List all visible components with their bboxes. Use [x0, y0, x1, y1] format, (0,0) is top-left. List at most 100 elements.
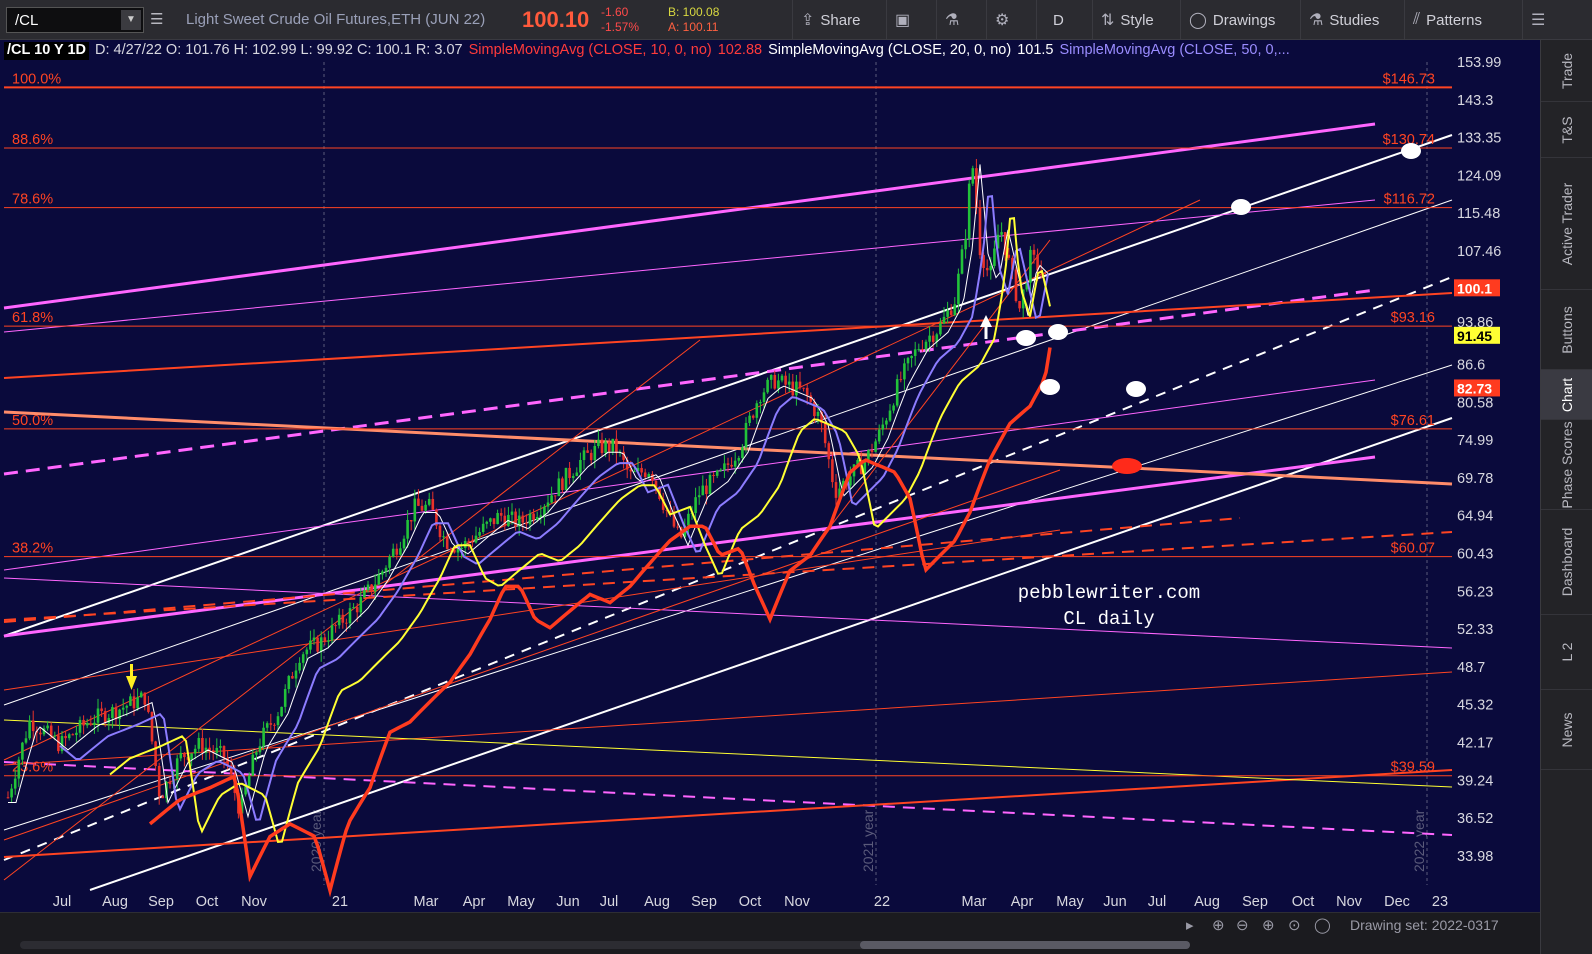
- candle-body: [334, 625, 337, 627]
- side-tab-phase-scores[interactable]: Phase Scores: [1541, 420, 1592, 510]
- candle-body: [265, 723, 269, 728]
- price-tick-label: 115.48: [1457, 206, 1500, 222]
- gear-button[interactable]: ⚙: [986, 0, 1017, 40]
- candle-body: [885, 420, 888, 425]
- candle-body: [438, 525, 442, 538]
- drawings-button[interactable]: ◯ Drawings: [1180, 0, 1283, 40]
- candle-body: [1018, 301, 1021, 309]
- candle-body: [67, 734, 71, 739]
- scrollbar-thumb[interactable]: [860, 941, 1190, 949]
- candle-body: [413, 498, 417, 522]
- pan-icon[interactable]: ⊕: [1212, 916, 1225, 934]
- candle-body: [575, 472, 579, 476]
- candle-body: [802, 387, 805, 389]
- candle-body: [71, 734, 75, 736]
- share-button[interactable]: ⇪ Share: [792, 0, 868, 40]
- price-chart-canvas[interactable]: 2020 year 2021 year 2022 year 100.0% $146.7…: [0, 40, 1540, 912]
- candle-body: [64, 735, 67, 739]
- price-tick-label: 39.24: [1457, 773, 1493, 789]
- candle-body: [251, 754, 255, 776]
- side-tab-t-s[interactable]: T&S: [1541, 102, 1592, 158]
- image-icon: ▣: [895, 12, 911, 29]
- horizontal-scrollbar[interactable]: [0, 936, 1592, 954]
- candle-body: [255, 752, 258, 755]
- studies-button[interactable]: ⚗ Studies: [1300, 0, 1387, 40]
- candle-body: [114, 707, 118, 720]
- side-tab-label: Phase Scores: [1559, 420, 1575, 509]
- price-tick-label: 143.3: [1457, 93, 1493, 109]
- candle-body: [780, 375, 784, 381]
- candle-body: [651, 473, 654, 481]
- candle-body: [10, 788, 13, 798]
- side-tab-dashboard[interactable]: Dashboard: [1541, 510, 1592, 615]
- candle-body: [121, 707, 125, 710]
- flask-button[interactable]: ⚗: [936, 0, 967, 40]
- zoom-in-icon[interactable]: ⊕: [1262, 916, 1275, 934]
- watermark-line-1: pebblewriter.com: [1018, 582, 1200, 604]
- side-tab-trade[interactable]: Trade: [1541, 40, 1592, 102]
- candle-body: [132, 696, 136, 709]
- white-target-marker: [1048, 324, 1068, 340]
- symbol-dropdown-icon[interactable]: ▼: [121, 10, 141, 30]
- candle-body: [409, 519, 413, 522]
- white-target-marker: [1401, 143, 1421, 159]
- time-tick-label: Nov: [241, 894, 268, 910]
- thinkorswim-chart-window: /CL ▼ ☰ Light Sweet Crude Oil Futures,ET…: [0, 0, 1592, 954]
- candle-body: [798, 381, 802, 388]
- candle-body: [298, 662, 301, 671]
- time-tick-label: Sep: [148, 894, 174, 910]
- ask-price: A: 100.11: [668, 20, 719, 34]
- side-tab-l-2[interactable]: L 2: [1541, 615, 1592, 690]
- symbol-input[interactable]: /CL ▼: [6, 7, 144, 33]
- menu-button[interactable]: ☰: [1522, 0, 1553, 40]
- candle-body: [391, 548, 395, 557]
- candle-body: [719, 469, 723, 471]
- candle-body: [75, 732, 78, 736]
- candle-body: [402, 538, 406, 549]
- candle-body: [319, 637, 323, 652]
- price-chart-area[interactable]: 2020 year 2021 year 2022 year 100.0% $146.7…: [0, 40, 1540, 954]
- patterns-button[interactable]: ⫽ Patterns: [1404, 0, 1490, 40]
- candle-body: [809, 395, 813, 402]
- candle-body: [31, 720, 35, 732]
- side-tab-active-trader[interactable]: Active Trader: [1541, 158, 1592, 290]
- oval-icon[interactable]: ◯: [1314, 916, 1331, 934]
- side-tab-label: News: [1559, 711, 1575, 748]
- scroll-right-icon[interactable]: ▸: [1186, 916, 1194, 934]
- legend-sma10[interactable]: SimpleMovingAvg (CLOSE, 10, 0, no): [469, 42, 712, 60]
- chart-settings-button[interactable]: ▣: [886, 0, 918, 40]
- candle-body: [892, 405, 895, 411]
- style-button[interactable]: ⇅ Style: [1092, 0, 1162, 40]
- drawing-set-label[interactable]: Drawing set: 2022-0317: [1350, 917, 1499, 933]
- side-tab-news[interactable]: News: [1541, 690, 1592, 770]
- candle-body: [150, 711, 154, 742]
- candle-body: [201, 737, 204, 753]
- candle-body: [521, 515, 525, 523]
- side-tab-buttons[interactable]: Buttons: [1541, 290, 1592, 370]
- candle-body: [773, 375, 777, 389]
- watermark-line-2: CL daily: [1063, 608, 1154, 630]
- zoom-out-icon[interactable]: ⊖: [1236, 916, 1249, 934]
- patterns-label: Patterns: [1426, 11, 1483, 29]
- legend-sma20[interactable]: SimpleMovingAvg (CLOSE, 20, 0, no): [768, 42, 1011, 60]
- candle-body: [193, 748, 197, 754]
- candle-body: [39, 732, 42, 735]
- candle-body: [21, 742, 24, 760]
- period-button[interactable]: D: [1036, 0, 1080, 40]
- candle-body: [568, 467, 571, 479]
- candle-body: [269, 723, 273, 725]
- candle-body: [395, 548, 399, 555]
- candle-body: [388, 556, 391, 568]
- candle-body: [366, 584, 370, 591]
- magnify-icon[interactable]: ⊙: [1288, 916, 1301, 934]
- candle-body: [730, 464, 733, 467]
- candle-body: [816, 411, 820, 417]
- symbol-description: Light Sweet Crude Oil Futures,ETH (JUN 2…: [186, 11, 486, 28]
- legend-sma50[interactable]: SimpleMovingAvg (CLOSE, 50, 0,...: [1060, 42, 1290, 60]
- candle-body: [535, 516, 539, 520]
- sliders-icon[interactable]: ☰: [150, 10, 163, 28]
- side-tab-label: Chart: [1559, 377, 1575, 412]
- candle-body: [539, 515, 543, 517]
- side-tab-chart[interactable]: Chart: [1541, 370, 1592, 420]
- price-tick-label: 93.86: [1457, 315, 1493, 331]
